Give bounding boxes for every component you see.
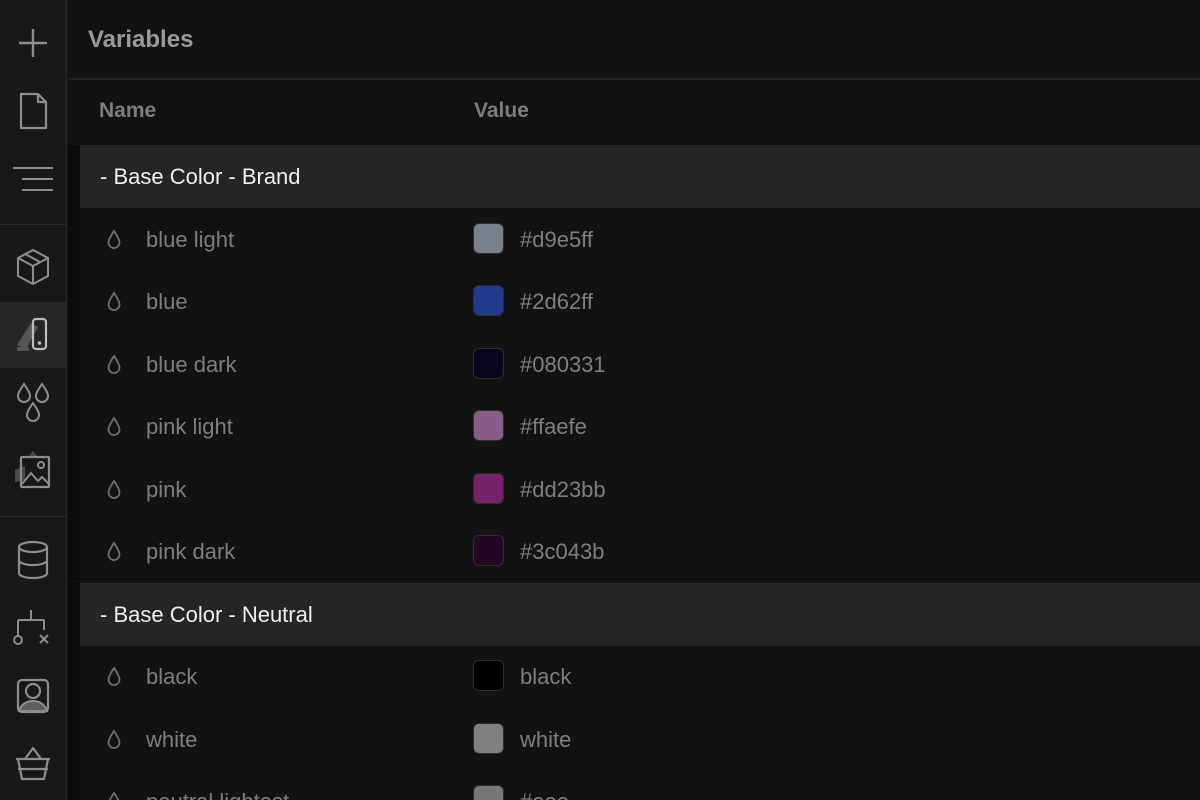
navigator-button[interactable] [0, 146, 66, 212]
cube-icon [16, 248, 50, 286]
variable-row[interactable]: pink dark #3c043b [80, 520, 1200, 582]
column-header-name: Name [99, 99, 157, 122]
variables-drops-icon [16, 382, 50, 422]
ecommerce-button[interactable] [0, 731, 66, 797]
group-label: - Base Color - Brand [100, 163, 301, 189]
users-button[interactable] [0, 663, 66, 729]
basket-icon [16, 746, 50, 781]
logic-button[interactable] [0, 595, 66, 661]
color-drop-icon [107, 541, 121, 561]
variable-row[interactable]: blue #2d62ff [80, 270, 1200, 332]
group-indent-rail [68, 582, 80, 800]
variable-value[interactable]: white [520, 727, 571, 753]
add-panel-button[interactable] [0, 10, 66, 76]
panel-header: Variables [68, 0, 1200, 80]
panel-title: Variables [88, 26, 194, 53]
navigator-icon [13, 167, 53, 191]
components-button[interactable] [0, 234, 66, 300]
color-drop-icon [107, 416, 121, 436]
color-swatch[interactable] [473, 660, 504, 691]
database-icon [17, 540, 49, 580]
variable-group-header[interactable]: - Base Color - Brand [80, 145, 1200, 208]
group-label: - Base Color - Neutral [100, 601, 313, 627]
page-icon [19, 92, 48, 130]
variable-row[interactable]: neutral lightest #eee [80, 770, 1200, 800]
variable-value[interactable]: #080331 [520, 352, 606, 378]
variable-name: pink dark [146, 539, 236, 564]
color-swatch[interactable] [473, 410, 504, 441]
column-header-value: Value [474, 99, 529, 122]
variable-value[interactable]: #eee [520, 789, 569, 800]
color-swatch[interactable] [473, 785, 504, 800]
pages-button[interactable] [0, 78, 66, 144]
color-swatch[interactable] [473, 723, 504, 754]
color-swatch[interactable] [473, 348, 504, 379]
variable-value[interactable]: #d9e5ff [520, 227, 593, 253]
color-drop-icon [107, 479, 121, 499]
variable-name: black [146, 664, 198, 689]
variable-name: blue dark [146, 352, 237, 377]
variable-name: pink light [146, 414, 233, 439]
variable-name: blue [146, 289, 188, 314]
color-swatch[interactable] [473, 223, 504, 254]
variable-value[interactable]: #ffaefe [520, 414, 587, 440]
variable-value[interactable]: #3c043b [520, 539, 604, 565]
color-swatch[interactable] [473, 473, 504, 504]
variable-group-header[interactable]: - Base Color - Neutral [80, 583, 1200, 646]
color-drop-icon [107, 229, 121, 249]
assets-image-icon [15, 451, 51, 489]
variable-row[interactable]: pink light #ffaefe [80, 395, 1200, 457]
color-drop-icon [107, 291, 121, 311]
variable-value[interactable]: #dd23bb [520, 477, 606, 503]
variable-value[interactable]: #2d62ff [520, 289, 593, 315]
toolbar-divider [0, 516, 66, 517]
user-icon [16, 678, 50, 714]
toolbar-divider [0, 224, 66, 225]
color-swatch[interactable] [473, 535, 504, 566]
variables-panel: Variables Name Value - Base Color - Bran… [68, 0, 1200, 800]
left-toolbar [0, 0, 67, 800]
variable-row[interactable]: black black [80, 645, 1200, 707]
color-drop-icon [107, 354, 121, 374]
variable-name: blue light [146, 227, 235, 252]
variable-row[interactable]: blue light #d9e5ff [80, 208, 1200, 270]
variables-button[interactable] [0, 370, 66, 436]
color-drop-icon [107, 729, 121, 749]
group-indent-rail [68, 145, 80, 581]
style-manager-button[interactable] [0, 302, 66, 368]
variable-name: neutral lightest [146, 789, 289, 800]
variable-value[interactable]: black [520, 664, 571, 690]
logic-flow-icon [13, 610, 49, 645]
variable-name: white [146, 727, 198, 752]
cms-button[interactable] [0, 527, 66, 593]
variable-row[interactable]: white white [80, 708, 1200, 770]
color-drop-icon [108, 791, 120, 800]
style-swatch-icon [17, 317, 48, 351]
color-drop-icon [107, 666, 121, 686]
plus-icon [19, 29, 47, 57]
color-swatch[interactable] [473, 285, 504, 316]
assets-button[interactable] [0, 438, 66, 504]
variable-name: pink [146, 477, 187, 502]
variable-row[interactable]: blue dark #080331 [80, 333, 1200, 395]
variable-row[interactable]: pink #dd23bb [80, 458, 1200, 520]
